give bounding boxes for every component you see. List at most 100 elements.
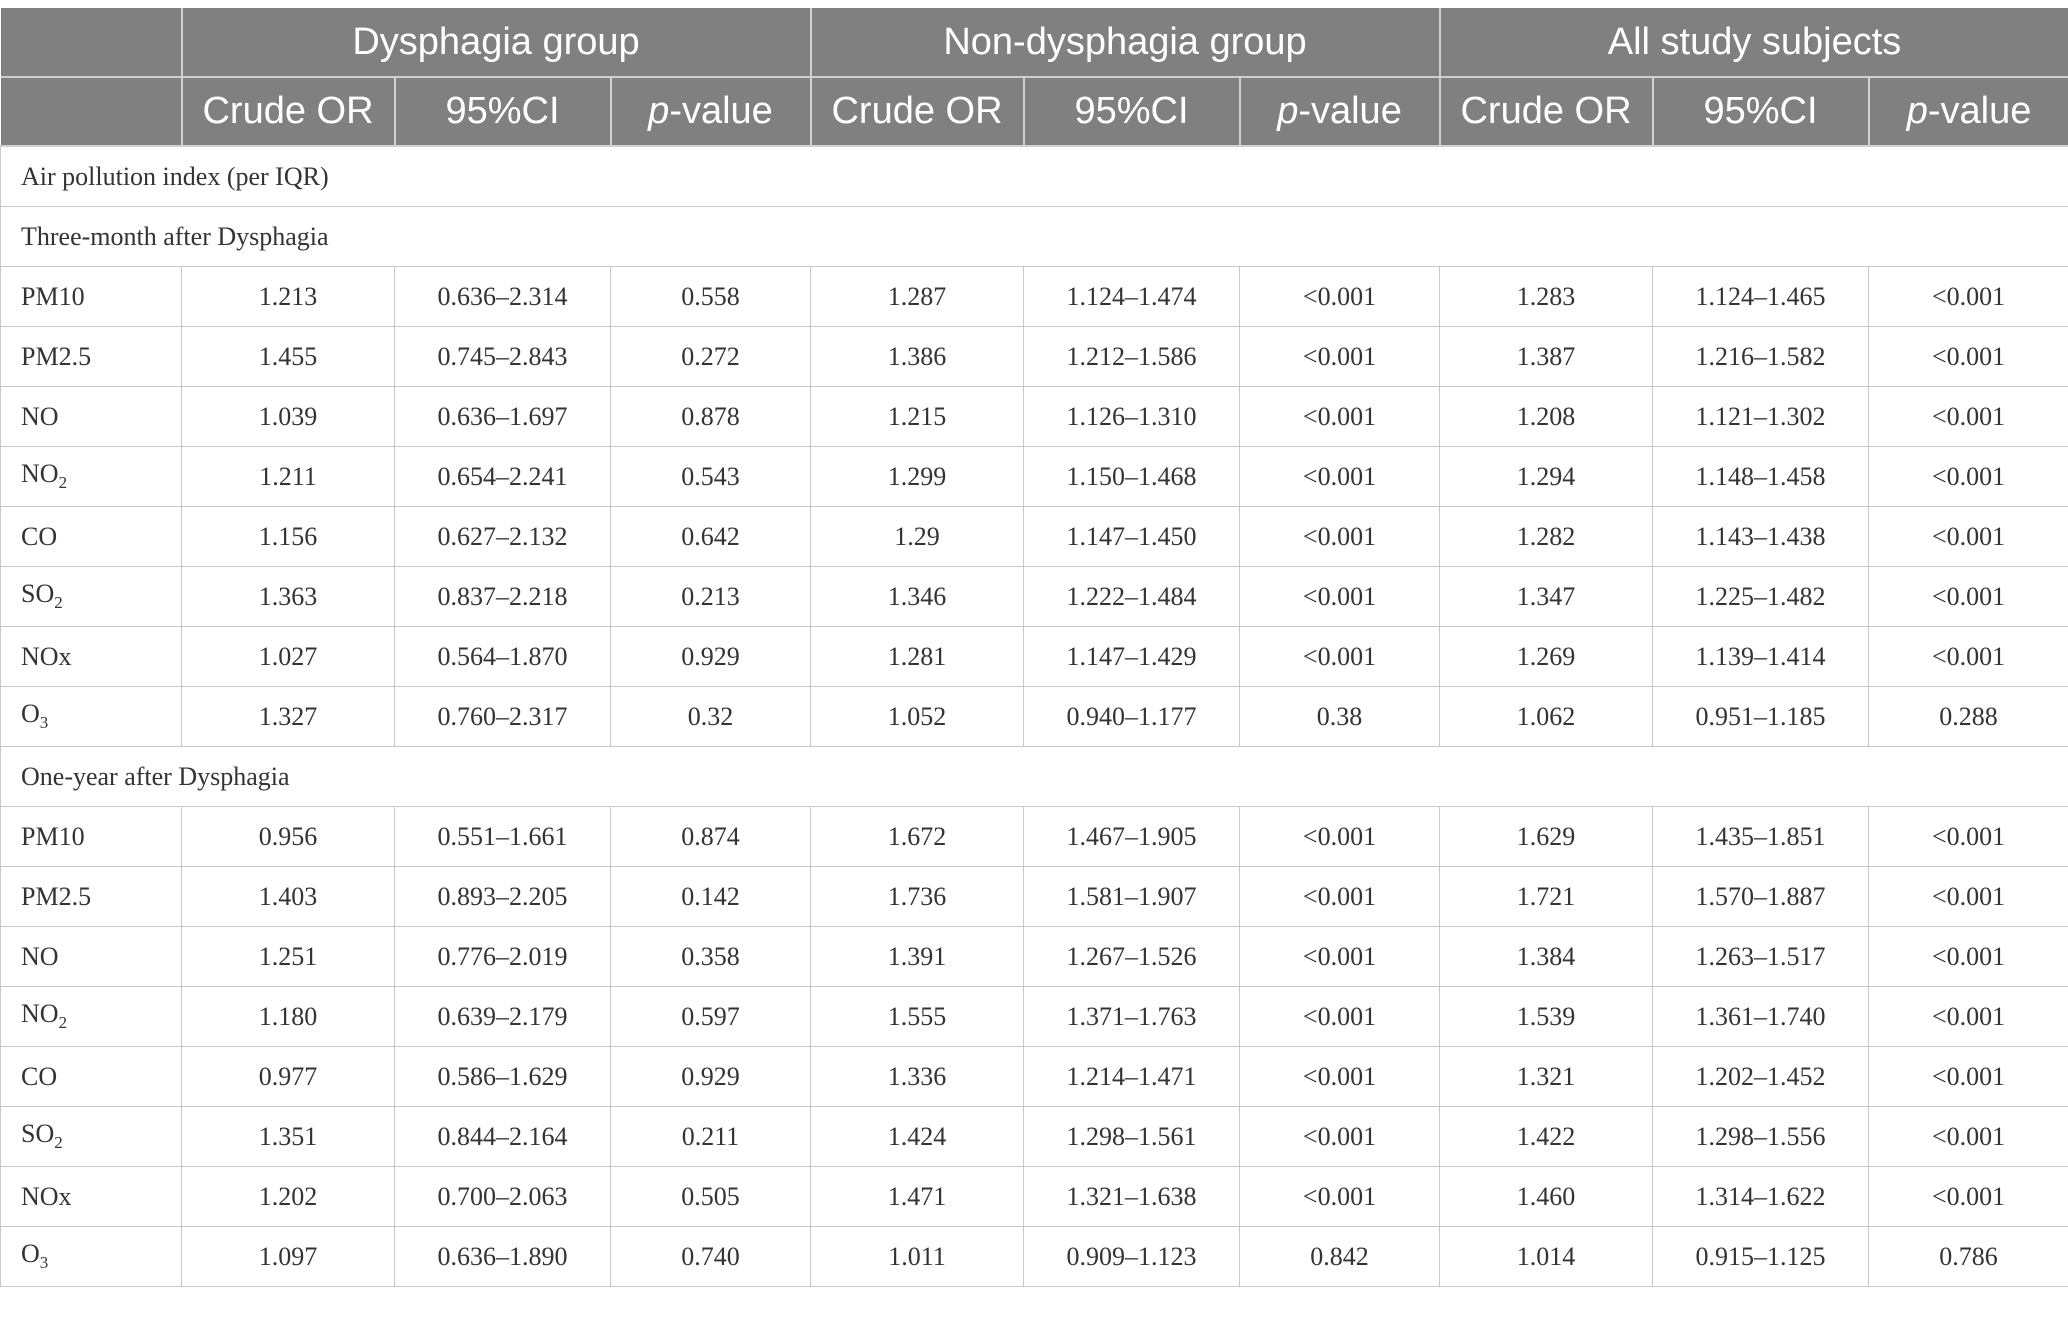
crude-or-cell: 1.215 xyxy=(810,386,1024,447)
p-value-cell: 0.32 xyxy=(610,686,811,747)
ci-cell: 0.654–2.241 xyxy=(394,446,611,507)
p-value-cell: <0.001 xyxy=(1238,866,1441,927)
crude-or-cell: 1.672 xyxy=(810,806,1024,867)
crude-or-cell: 1.014 xyxy=(1439,1226,1654,1287)
pollutant-name: SO xyxy=(21,579,55,609)
p-value-cell: 0.38 xyxy=(1238,686,1441,747)
pollutant-label: NOx xyxy=(0,626,182,687)
pollutant-name: PM10 xyxy=(21,821,85,851)
crude-or-cell: 1.424 xyxy=(810,1106,1024,1167)
section-row: One-year after Dysphagia xyxy=(0,746,2068,807)
ci-cell: 1.216–1.582 xyxy=(1652,326,1870,387)
crude-or-cell: 1.211 xyxy=(181,446,395,507)
table-row: SO2 1.363 0.837–2.218 0.213 1.346 1.222–1.484… xyxy=(0,566,2068,627)
crude-or-cell: 1.351 xyxy=(181,1106,395,1167)
p-value-cell: <0.001 xyxy=(1868,266,2068,327)
crude-or-cell: 1.281 xyxy=(810,626,1024,687)
p-value-cell: 0.558 xyxy=(610,266,811,327)
table-row: O3 1.097 0.636–1.890 0.740 1.011 0.909–1.123 0… xyxy=(0,1226,2068,1287)
table-row: PM10 1.213 0.636–2.314 0.558 1.287 1.124–1.47… xyxy=(0,266,2068,327)
crude-or-cell: 1.327 xyxy=(181,686,395,747)
group-header-all-subjects: All study subjects xyxy=(1438,8,2068,78)
crude-or-cell: 1.052 xyxy=(810,686,1024,747)
ci-cell: 1.435–1.851 xyxy=(1652,806,1870,867)
pollutant-name: NO xyxy=(21,999,59,1029)
crude-or-cell: 1.269 xyxy=(1439,626,1654,687)
pollutant-label: PM2.5 xyxy=(0,866,182,927)
pollutant-label: CO xyxy=(0,1046,182,1107)
crude-or-cell: 1.629 xyxy=(1439,806,1654,867)
ci-cell: 0.627–2.132 xyxy=(394,506,611,567)
pollutant-label: NO xyxy=(0,926,182,987)
column-header-p-value: p-value xyxy=(609,77,811,147)
pollutant-label: PM2.5 xyxy=(0,326,182,387)
crude-or-cell: 0.977 xyxy=(181,1046,395,1107)
table-row: NO 1.251 0.776–2.019 0.358 1.391 1.267–1.526 <… xyxy=(0,926,2068,987)
ci-cell: 0.586–1.629 xyxy=(394,1046,611,1107)
p-value-cell: 0.842 xyxy=(1238,1226,1441,1287)
crude-or-cell: 1.251 xyxy=(181,926,395,987)
crude-or-cell: 1.282 xyxy=(1439,506,1654,567)
ci-cell: 1.371–1.763 xyxy=(1023,986,1240,1047)
crude-or-cell: 1.455 xyxy=(181,326,395,387)
crude-or-cell: 1.384 xyxy=(1439,926,1654,987)
column-header-ci: 95%CI xyxy=(1022,77,1240,147)
pollutant-name: O xyxy=(21,1239,40,1269)
group-header-non-dysphagia: Non-dysphagia group xyxy=(809,8,1440,78)
p-value-cell: <0.001 xyxy=(1238,1166,1441,1227)
pollutant-subscript: 2 xyxy=(58,1013,68,1033)
p-italic: p xyxy=(1277,90,1299,132)
ci-cell: 0.564–1.870 xyxy=(394,626,611,687)
section-title: One-year after Dysphagia xyxy=(0,746,2068,807)
p-value-cell: <0.001 xyxy=(1868,446,2068,507)
p-value-cell: <0.001 xyxy=(1868,806,2068,867)
pollutant-name: NO xyxy=(21,941,59,971)
ci-cell: 1.214–1.471 xyxy=(1023,1046,1240,1107)
ci-cell: 1.202–1.452 xyxy=(1652,1046,1870,1107)
crude-or-cell: 1.283 xyxy=(1439,266,1654,327)
ci-cell: 0.893–2.205 xyxy=(394,866,611,927)
section-title: Air pollution index (per IQR) xyxy=(0,145,2068,207)
p-rest: -value xyxy=(1298,90,1402,132)
p-value-cell: 0.878 xyxy=(610,386,811,447)
p-value-cell: <0.001 xyxy=(1238,326,1441,387)
p-value-cell: <0.001 xyxy=(1238,446,1441,507)
p-value-cell: <0.001 xyxy=(1868,986,2068,1047)
pollutant-subscript: 2 xyxy=(54,1133,63,1153)
ci-cell: 1.126–1.310 xyxy=(1023,386,1240,447)
p-value-cell: <0.001 xyxy=(1238,1106,1441,1167)
section-row: Air pollution index (per IQR) xyxy=(0,145,2068,207)
pollutant-subscript: 3 xyxy=(39,1253,49,1273)
crude-or-cell: 1.386 xyxy=(810,326,1024,387)
crude-or-cell: 1.027 xyxy=(181,626,395,687)
table-header: Dysphagia group Non-dysphagia group All … xyxy=(0,8,2068,147)
corner-cell-lower xyxy=(0,77,182,147)
p-value-cell: <0.001 xyxy=(1238,1046,1441,1107)
ci-cell: 1.124–1.474 xyxy=(1023,266,1240,327)
column-header-crude-or: Crude OR xyxy=(180,77,395,147)
p-value-cell: 0.929 xyxy=(610,1046,811,1107)
ci-cell: 1.212–1.586 xyxy=(1023,326,1240,387)
p-value-cell: 0.358 xyxy=(610,926,811,987)
p-value-cell: <0.001 xyxy=(1868,866,2068,927)
p-value-cell: 0.786 xyxy=(1868,1226,2068,1287)
p-value-cell: <0.001 xyxy=(1238,626,1441,687)
crude-or-cell: 1.555 xyxy=(810,986,1024,1047)
pollutant-subscript: 2 xyxy=(58,473,68,493)
ci-cell: 0.915–1.125 xyxy=(1652,1226,1870,1287)
column-header-ci: 95%CI xyxy=(393,77,611,147)
p-value-cell: 0.929 xyxy=(610,626,811,687)
ci-cell: 0.776–2.019 xyxy=(394,926,611,987)
ci-cell: 1.570–1.887 xyxy=(1652,866,1870,927)
section-title: Three-month after Dysphagia xyxy=(0,206,2068,267)
p-value-cell: <0.001 xyxy=(1868,626,2068,687)
table-row: PM10 0.956 0.551–1.661 0.874 1.672 1.467–1.90… xyxy=(0,806,2068,867)
p-value-cell: <0.001 xyxy=(1868,386,2068,447)
p-italic: p xyxy=(1906,90,1928,132)
table-row: SO2 1.351 0.844–2.164 0.211 1.424 1.298–1.561… xyxy=(0,1106,2068,1167)
crude-or-cell: 1.403 xyxy=(181,866,395,927)
pollutant-label: SO2 xyxy=(0,1106,182,1167)
pollutant-subscript: 3 xyxy=(39,713,49,733)
p-value-cell: 0.597 xyxy=(610,986,811,1047)
p-value-cell: <0.001 xyxy=(1238,806,1441,867)
